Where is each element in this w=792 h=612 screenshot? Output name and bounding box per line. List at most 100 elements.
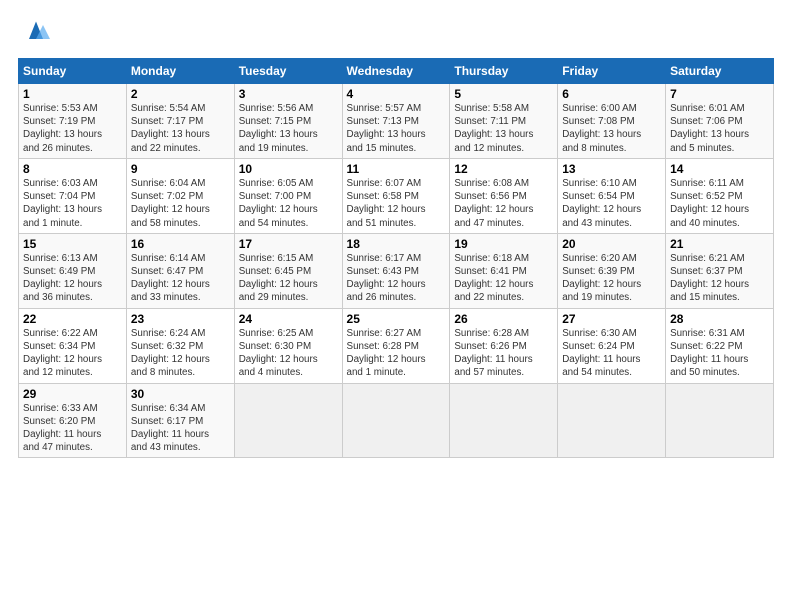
day-info: Sunrise: 5:54 AM Sunset: 7:17 PM Dayligh… [131,102,230,155]
calendar-cell: 30Sunrise: 6:34 AM Sunset: 6:17 PM Dayli… [126,383,234,458]
day-number: 13 [562,162,661,176]
day-info: Sunrise: 6:22 AM Sunset: 6:34 PM Dayligh… [23,327,122,380]
day-info: Sunrise: 6:13 AM Sunset: 6:49 PM Dayligh… [23,252,122,305]
calendar-week-4: 22Sunrise: 6:22 AM Sunset: 6:34 PM Dayli… [19,308,774,383]
day-number: 2 [131,87,230,101]
calendar-cell: 4Sunrise: 5:57 AM Sunset: 7:13 PM Daylig… [342,84,450,159]
calendar-cell: 11Sunrise: 6:07 AM Sunset: 6:58 PM Dayli… [342,158,450,233]
day-number: 11 [347,162,446,176]
calendar-week-2: 8Sunrise: 6:03 AM Sunset: 7:04 PM Daylig… [19,158,774,233]
day-info: Sunrise: 6:05 AM Sunset: 7:00 PM Dayligh… [239,177,338,230]
calendar-cell: 17Sunrise: 6:15 AM Sunset: 6:45 PM Dayli… [234,233,342,308]
day-number: 19 [454,237,553,251]
calendar-cell: 29Sunrise: 6:33 AM Sunset: 6:20 PM Dayli… [19,383,127,458]
day-info: Sunrise: 5:53 AM Sunset: 7:19 PM Dayligh… [23,102,122,155]
column-header-thursday: Thursday [450,59,558,84]
day-number: 29 [23,387,122,401]
day-info: Sunrise: 6:20 AM Sunset: 6:39 PM Dayligh… [562,252,661,305]
calendar-cell: 21Sunrise: 6:21 AM Sunset: 6:37 PM Dayli… [666,233,774,308]
header-row: SundayMondayTuesdayWednesdayThursdayFrid… [19,59,774,84]
calendar-cell: 9Sunrise: 6:04 AM Sunset: 7:02 PM Daylig… [126,158,234,233]
calendar-cell: 22Sunrise: 6:22 AM Sunset: 6:34 PM Dayli… [19,308,127,383]
day-info: Sunrise: 6:01 AM Sunset: 7:06 PM Dayligh… [670,102,769,155]
day-info: Sunrise: 6:21 AM Sunset: 6:37 PM Dayligh… [670,252,769,305]
calendar-cell [666,383,774,458]
day-number: 12 [454,162,553,176]
day-info: Sunrise: 5:58 AM Sunset: 7:11 PM Dayligh… [454,102,553,155]
day-number: 30 [131,387,230,401]
day-info: Sunrise: 6:25 AM Sunset: 6:30 PM Dayligh… [239,327,338,380]
column-header-tuesday: Tuesday [234,59,342,84]
day-info: Sunrise: 6:14 AM Sunset: 6:47 PM Dayligh… [131,252,230,305]
calendar-cell [450,383,558,458]
day-info: Sunrise: 6:00 AM Sunset: 7:08 PM Dayligh… [562,102,661,155]
day-number: 23 [131,312,230,326]
day-info: Sunrise: 6:34 AM Sunset: 6:17 PM Dayligh… [131,402,230,455]
day-number: 27 [562,312,661,326]
day-info: Sunrise: 6:11 AM Sunset: 6:52 PM Dayligh… [670,177,769,230]
calendar-cell: 14Sunrise: 6:11 AM Sunset: 6:52 PM Dayli… [666,158,774,233]
calendar-cell: 12Sunrise: 6:08 AM Sunset: 6:56 PM Dayli… [450,158,558,233]
day-info: Sunrise: 6:07 AM Sunset: 6:58 PM Dayligh… [347,177,446,230]
day-info: Sunrise: 6:18 AM Sunset: 6:41 PM Dayligh… [454,252,553,305]
column-header-saturday: Saturday [666,59,774,84]
day-info: Sunrise: 6:17 AM Sunset: 6:43 PM Dayligh… [347,252,446,305]
calendar-cell: 23Sunrise: 6:24 AM Sunset: 6:32 PM Dayli… [126,308,234,383]
calendar-cell: 27Sunrise: 6:30 AM Sunset: 6:24 PM Dayli… [558,308,666,383]
day-number: 25 [347,312,446,326]
day-number: 17 [239,237,338,251]
day-number: 16 [131,237,230,251]
calendar-page: SundayMondayTuesdayWednesdayThursdayFrid… [0,0,792,468]
column-header-wednesday: Wednesday [342,59,450,84]
calendar-cell: 25Sunrise: 6:27 AM Sunset: 6:28 PM Dayli… [342,308,450,383]
calendar-week-3: 15Sunrise: 6:13 AM Sunset: 6:49 PM Dayli… [19,233,774,308]
day-number: 14 [670,162,769,176]
day-number: 7 [670,87,769,101]
day-number: 1 [23,87,122,101]
calendar-cell: 18Sunrise: 6:17 AM Sunset: 6:43 PM Dayli… [342,233,450,308]
calendar-cell: 1Sunrise: 5:53 AM Sunset: 7:19 PM Daylig… [19,84,127,159]
day-number: 21 [670,237,769,251]
day-info: Sunrise: 6:28 AM Sunset: 6:26 PM Dayligh… [454,327,553,380]
day-info: Sunrise: 6:08 AM Sunset: 6:56 PM Dayligh… [454,177,553,230]
calendar-cell: 24Sunrise: 6:25 AM Sunset: 6:30 PM Dayli… [234,308,342,383]
calendar-cell: 26Sunrise: 6:28 AM Sunset: 6:26 PM Dayli… [450,308,558,383]
day-number: 6 [562,87,661,101]
calendar-week-5: 29Sunrise: 6:33 AM Sunset: 6:20 PM Dayli… [19,383,774,458]
calendar-cell: 7Sunrise: 6:01 AM Sunset: 7:06 PM Daylig… [666,84,774,159]
calendar-cell: 16Sunrise: 6:14 AM Sunset: 6:47 PM Dayli… [126,233,234,308]
column-header-monday: Monday [126,59,234,84]
day-number: 18 [347,237,446,251]
calendar-cell: 10Sunrise: 6:05 AM Sunset: 7:00 PM Dayli… [234,158,342,233]
calendar-cell: 19Sunrise: 6:18 AM Sunset: 6:41 PM Dayli… [450,233,558,308]
day-info: Sunrise: 5:56 AM Sunset: 7:15 PM Dayligh… [239,102,338,155]
calendar-cell [234,383,342,458]
calendar-cell: 3Sunrise: 5:56 AM Sunset: 7:15 PM Daylig… [234,84,342,159]
day-info: Sunrise: 5:57 AM Sunset: 7:13 PM Dayligh… [347,102,446,155]
day-number: 10 [239,162,338,176]
calendar-cell [558,383,666,458]
day-number: 15 [23,237,122,251]
header [18,18,774,46]
day-number: 3 [239,87,338,101]
calendar-cell: 28Sunrise: 6:31 AM Sunset: 6:22 PM Dayli… [666,308,774,383]
calendar-cell: 6Sunrise: 6:00 AM Sunset: 7:08 PM Daylig… [558,84,666,159]
day-number: 22 [23,312,122,326]
day-number: 8 [23,162,122,176]
calendar-cell: 5Sunrise: 5:58 AM Sunset: 7:11 PM Daylig… [450,84,558,159]
day-info: Sunrise: 6:33 AM Sunset: 6:20 PM Dayligh… [23,402,122,455]
logo-icon [22,18,50,46]
day-info: Sunrise: 6:10 AM Sunset: 6:54 PM Dayligh… [562,177,661,230]
day-info: Sunrise: 6:04 AM Sunset: 7:02 PM Dayligh… [131,177,230,230]
calendar-cell [342,383,450,458]
day-number: 9 [131,162,230,176]
calendar-cell: 8Sunrise: 6:03 AM Sunset: 7:04 PM Daylig… [19,158,127,233]
day-number: 4 [347,87,446,101]
day-info: Sunrise: 6:30 AM Sunset: 6:24 PM Dayligh… [562,327,661,380]
column-header-sunday: Sunday [19,59,127,84]
column-header-friday: Friday [558,59,666,84]
day-number: 28 [670,312,769,326]
day-number: 5 [454,87,553,101]
day-info: Sunrise: 6:31 AM Sunset: 6:22 PM Dayligh… [670,327,769,380]
day-number: 24 [239,312,338,326]
